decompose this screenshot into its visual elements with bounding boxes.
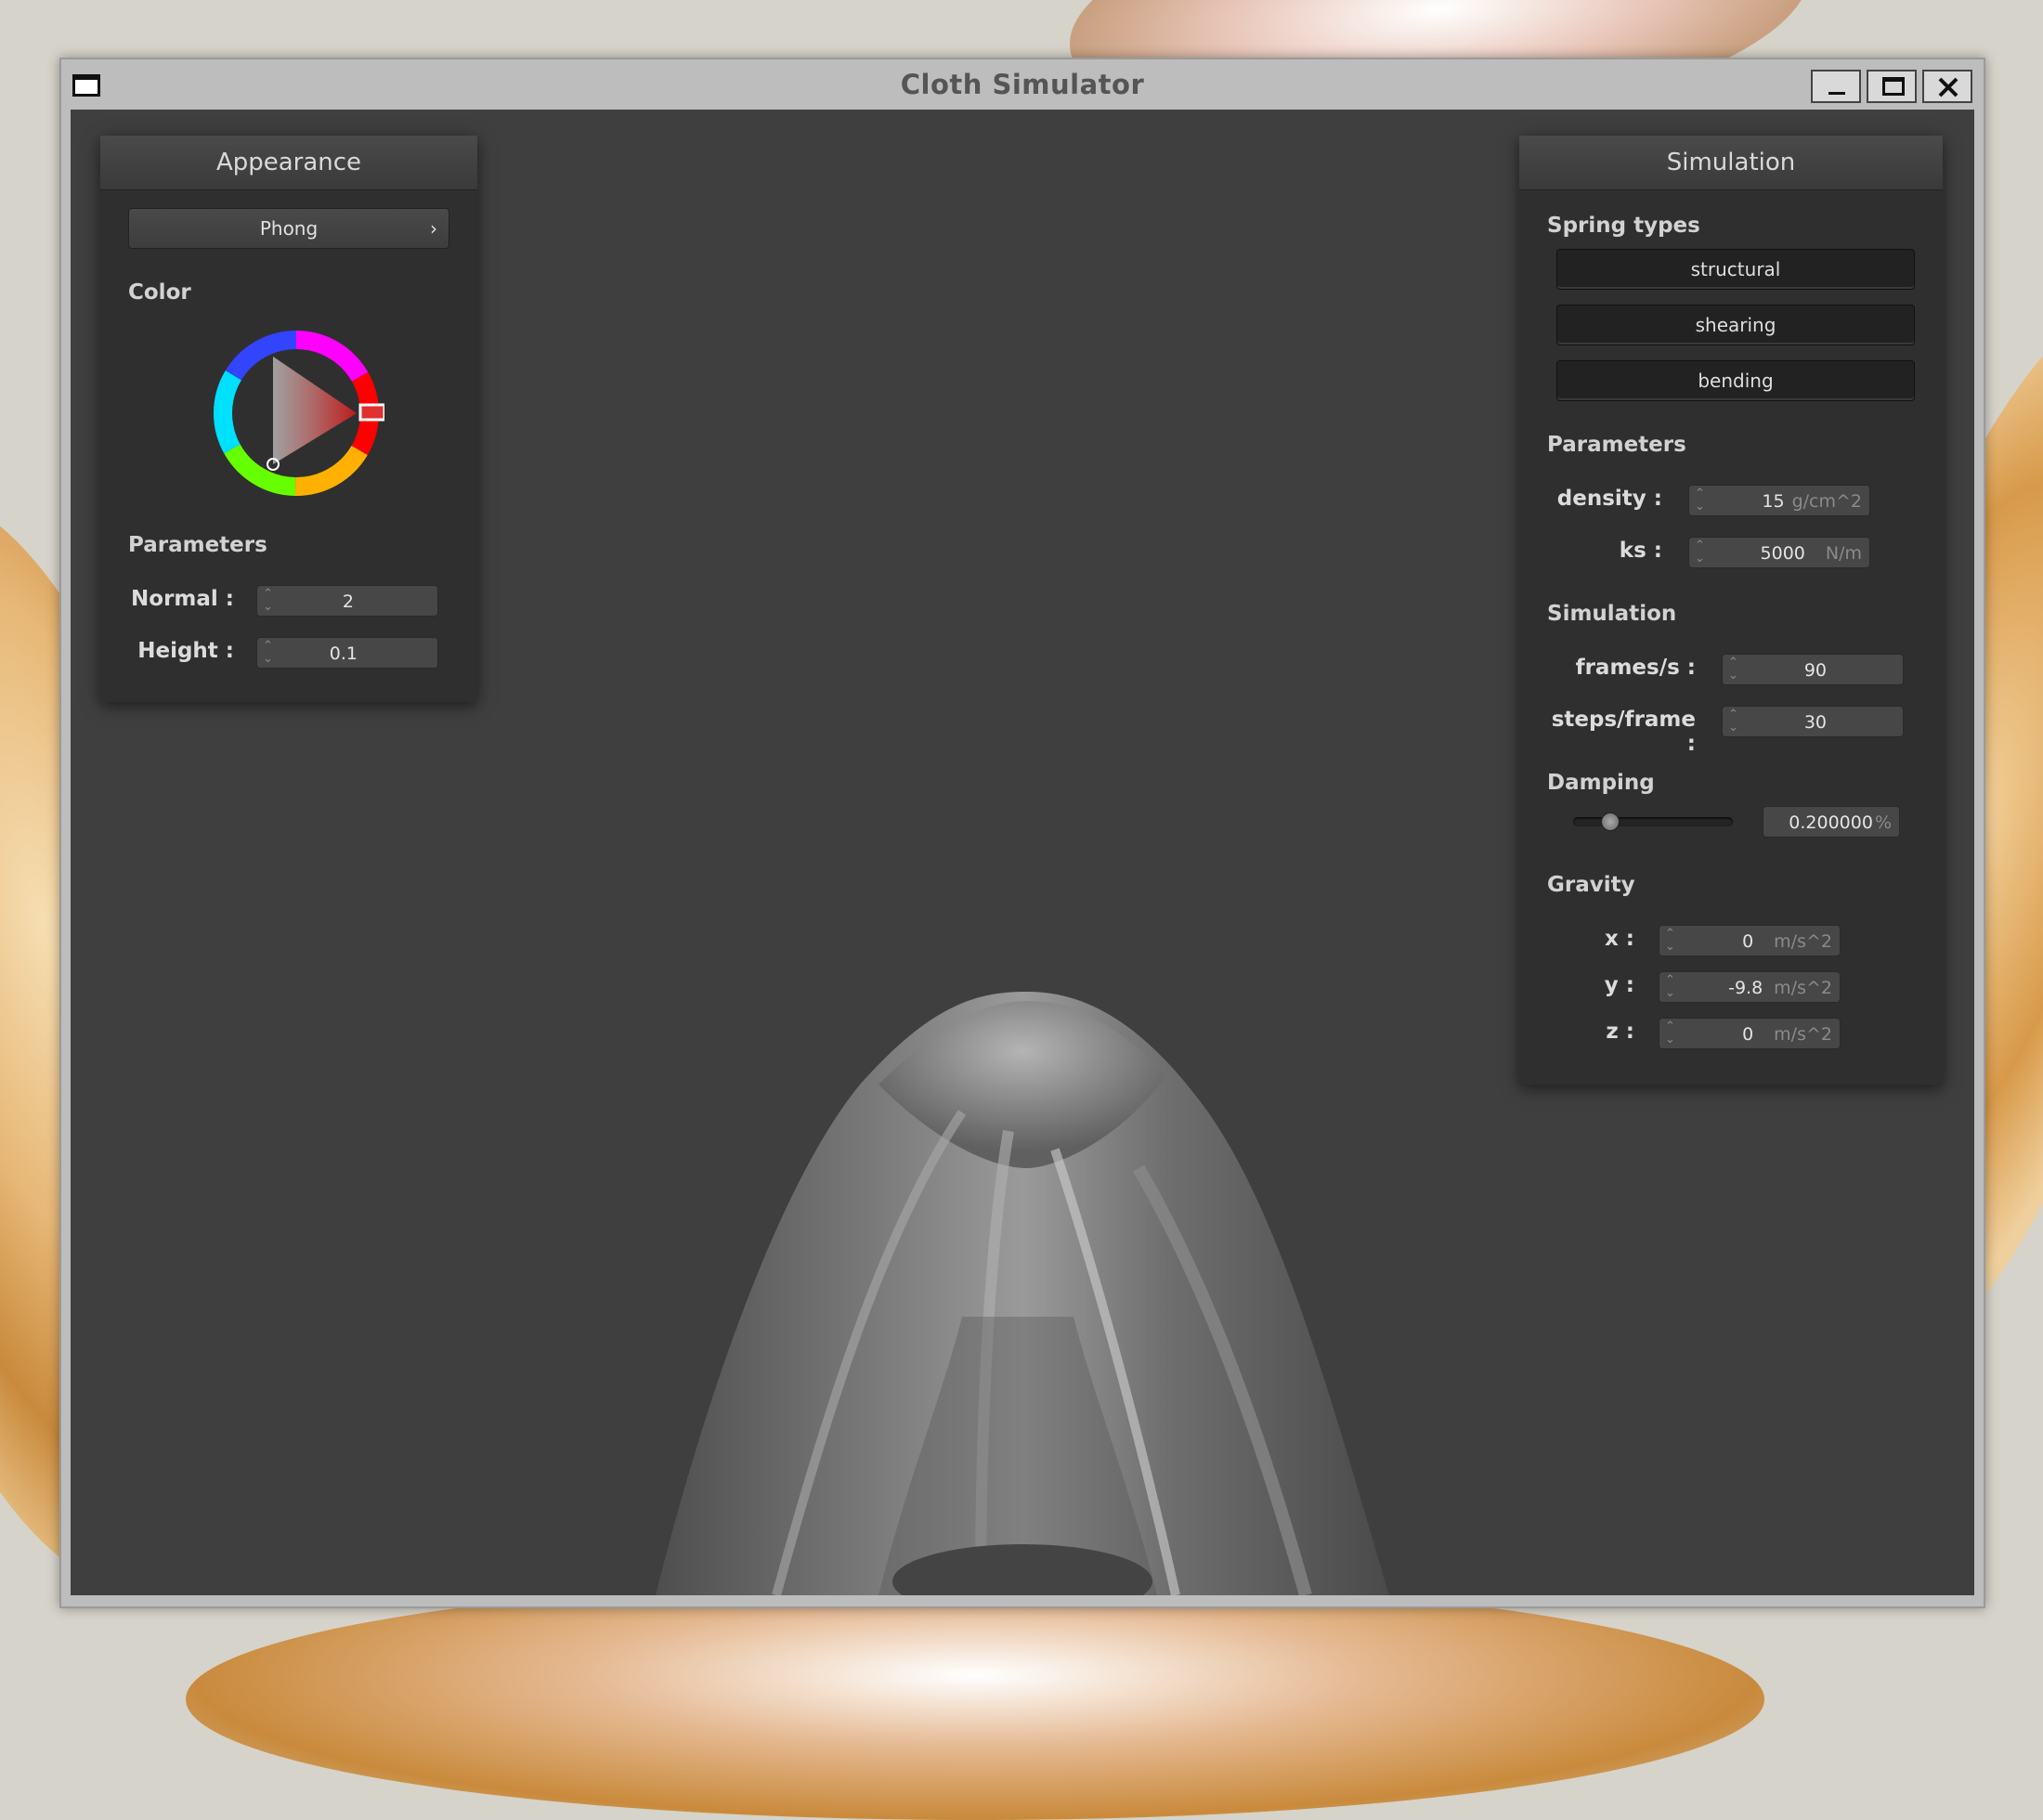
spin-arrows-icon[interactable]: ⌃ ⌄ (1665, 928, 1675, 954)
density-value: 15 (1762, 491, 1785, 512)
damping-slider-track[interactable] (1573, 812, 1733, 831)
gravity-z-value: 0 (1742, 1024, 1754, 1045)
spin-arrows-icon[interactable]: ⌃ ⌄ (263, 588, 273, 614)
chevron-right-icon: › (430, 217, 437, 240)
bending-button[interactable]: bending (1556, 360, 1915, 401)
simulation-section-label: Simulation (1547, 602, 1677, 626)
gravity-x-spinbox[interactable]: ⌃ ⌄ 0 m/s^2 (1659, 925, 1841, 956)
height-value: 0.1 (329, 644, 358, 664)
steps-value: 30 (1803, 712, 1827, 733)
wallpaper-swirl (186, 1579, 1764, 1820)
simulation-header: Simulation (1519, 136, 1943, 190)
close-icon (1938, 77, 1958, 98)
gravity-y-unit: m/s^2 (1774, 978, 1832, 998)
damping-label: Damping (1547, 771, 1655, 795)
appearance-parameters-label: Parameters (128, 533, 267, 557)
close-button[interactable] (1922, 70, 1972, 103)
ks-unit: N/m (1825, 543, 1862, 564)
gravity-z-spinbox[interactable]: ⌃ ⌄ 0 m/s^2 (1659, 1018, 1841, 1049)
appearance-panel: Appearance Phong › Color Parameters Norm… (100, 136, 477, 702)
render-viewport[interactable]: Appearance Phong › Color Parameters Norm… (71, 110, 1974, 1595)
shader-dropdown-label: Phong (259, 217, 319, 240)
simulation-panel: Simulation Spring types structural shear… (1519, 136, 1943, 1085)
title-bar[interactable]: Cloth Simulator (61, 59, 1984, 110)
steps-label: steps/frame : (1551, 708, 1696, 756)
spin-arrows-icon[interactable]: ⌃ ⌄ (1728, 656, 1738, 682)
normal-value: 2 (342, 592, 354, 612)
density-spinbox[interactable]: ⌃ ⌄ 15 g/cm^2 (1688, 485, 1870, 516)
maximize-button[interactable] (1867, 70, 1917, 103)
gravity-z-unit: m/s^2 (1774, 1024, 1832, 1045)
fps-label: frames/s : (1575, 656, 1696, 680)
gravity-y-spinbox[interactable]: ⌃ ⌄ -9.8 m/s^2 (1659, 971, 1841, 1003)
shearing-button[interactable]: shearing (1556, 305, 1915, 345)
spin-arrows-icon[interactable]: ⌃ ⌄ (1728, 708, 1738, 734)
damping-field[interactable]: 0.200000% (1763, 806, 1900, 838)
gravity-x-label: x : (1604, 927, 1634, 951)
spin-arrows-icon[interactable]: ⌃ ⌄ (1665, 974, 1675, 1000)
fps-value: 90 (1803, 660, 1827, 681)
damping-slider-handle[interactable] (1601, 812, 1620, 831)
spin-arrows-icon[interactable]: ⌃ ⌄ (1665, 1020, 1675, 1046)
color-wheel[interactable] (208, 325, 384, 501)
density-label: density : (1556, 487, 1662, 511)
spin-arrows-icon[interactable]: ⌃ ⌄ (263, 640, 273, 666)
gravity-x-value: 0 (1742, 931, 1754, 952)
spring-types-label: Spring types (1547, 214, 1700, 238)
spin-arrows-icon[interactable]: ⌃ ⌄ (1695, 540, 1705, 566)
gravity-label: Gravity (1547, 873, 1635, 897)
fps-spinbox[interactable]: ⌃ ⌄ 90 (1722, 654, 1904, 685)
ks-value: 5000 (1760, 543, 1805, 564)
color-label: Color (128, 280, 191, 305)
spin-arrows-icon[interactable]: ⌃ ⌄ (1695, 488, 1705, 514)
steps-spinbox[interactable]: ⌃ ⌄ 30 (1722, 706, 1904, 737)
appearance-header: Appearance (100, 136, 477, 190)
normal-label: Normal : (131, 587, 234, 611)
height-spinbox[interactable]: ⌃ ⌄ 0.1 (256, 637, 438, 669)
sim-parameters-label: Parameters (1547, 433, 1686, 457)
damping-unit: % (1874, 812, 1892, 833)
normal-spinbox[interactable]: ⌃ ⌄ 2 (256, 585, 438, 617)
gravity-y-value: -9.8 (1728, 978, 1763, 998)
ks-label: ks : (1619, 539, 1662, 563)
ks-spinbox[interactable]: ⌃ ⌄ 5000 N/m (1688, 537, 1870, 568)
window-title: Cloth Simulator (900, 69, 1145, 100)
damping-value: 0.200000 (1789, 812, 1873, 833)
structural-button[interactable]: structural (1556, 249, 1915, 290)
gravity-x-unit: m/s^2 (1774, 931, 1832, 952)
app-window: Cloth Simulator Appearance Phong › Color… (59, 58, 1985, 1608)
shader-dropdown[interactable]: Phong › (128, 208, 449, 249)
gravity-z-label: z : (1606, 1020, 1634, 1044)
gravity-y-label: y : (1604, 973, 1634, 997)
density-unit: g/cm^2 (1791, 491, 1862, 512)
height-label: Height : (137, 639, 234, 663)
minimize-button[interactable] (1811, 70, 1861, 103)
